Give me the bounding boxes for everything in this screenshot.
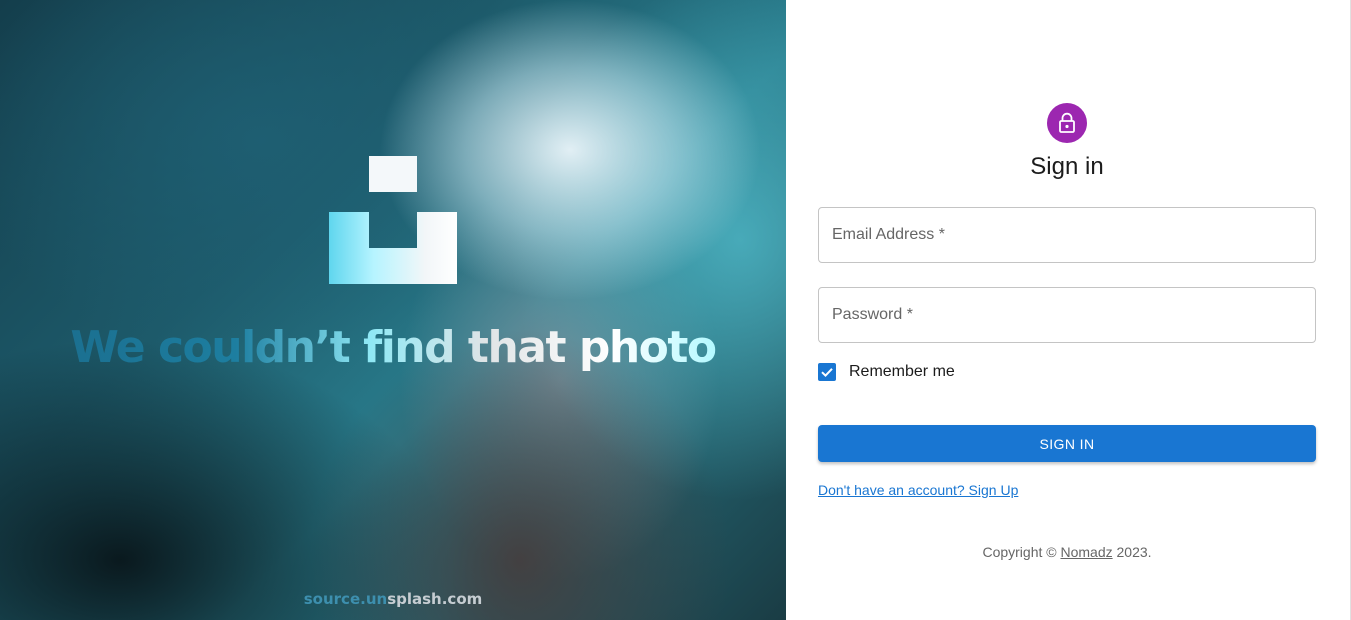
email-input[interactable]: [819, 208, 1315, 262]
password-field[interactable]: Password *: [818, 287, 1316, 343]
remember-me-label: Remember me: [849, 363, 955, 380]
page-title: Sign in: [1030, 153, 1104, 180]
hero-source-link: source.unsplash.com: [0, 590, 786, 608]
sign-up-link[interactable]: Don't have an account? Sign Up: [818, 482, 1018, 498]
sign-in-button[interactable]: SIGN IN: [818, 425, 1316, 462]
copyright: Copyright © Nomadz 2023.: [786, 544, 1348, 560]
page-root: We couldn’t find that photo source.unspl…: [0, 0, 1351, 620]
remember-me[interactable]: Remember me: [818, 361, 955, 383]
hero-image: We couldn’t find that photo source.unspl…: [0, 0, 786, 620]
remember-me-checkbox[interactable]: [818, 363, 836, 381]
hero-headline: We couldn’t find that photo: [0, 322, 786, 373]
email-field[interactable]: Email Address *: [818, 207, 1316, 263]
signin-panel: Sign in Email Address * Password * Remem…: [786, 0, 1351, 620]
copyright-brand-link[interactable]: Nomadz: [1060, 544, 1112, 560]
hero-source-part2: splash.com: [387, 590, 483, 608]
copyright-prefix: Copyright ©: [982, 544, 1057, 560]
hero-source-part1: source.un: [303, 590, 388, 608]
password-input[interactable]: [819, 288, 1315, 342]
lock-icon: [1059, 112, 1075, 133]
checkmark-icon: [821, 368, 833, 378]
unsplash-logo-icon: [329, 156, 457, 284]
lock-avatar: [1047, 103, 1087, 143]
copyright-suffix: 2023.: [1116, 544, 1152, 560]
